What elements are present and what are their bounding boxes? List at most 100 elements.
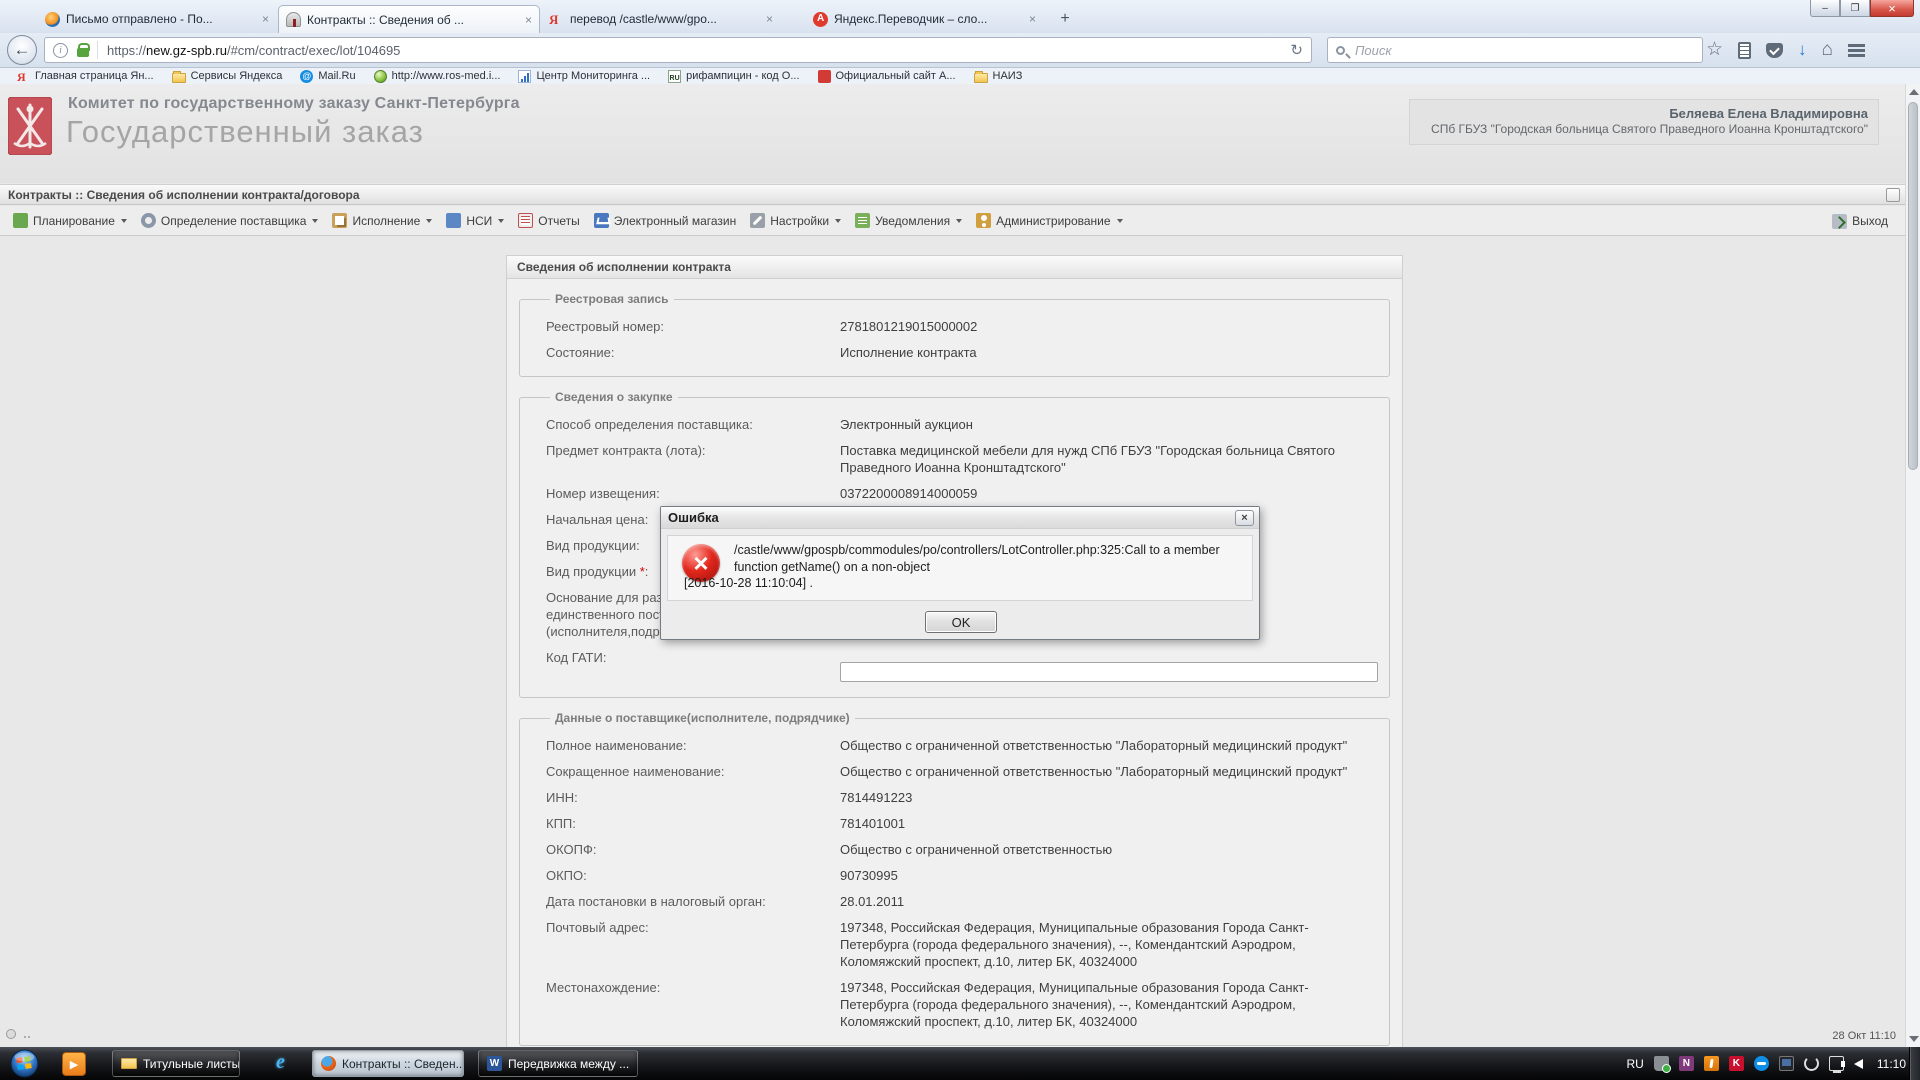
scroll-down-icon[interactable]: [1909, 1036, 1919, 1042]
toolbar-icons: ☆ ↓ ⌂: [1706, 39, 1865, 61]
java-icon[interactable]: [1704, 1056, 1719, 1071]
onenote-icon[interactable]: N: [1679, 1056, 1694, 1071]
new-tab-button[interactable]: +: [1052, 8, 1078, 30]
bookmark-yandex-home[interactable]: Главная страница Ян...: [8, 70, 163, 83]
scrollbar-thumb[interactable]: [1908, 102, 1918, 470]
bookmark-mailru[interactable]: Mail.Ru: [291, 70, 364, 83]
chevron-down-icon: [835, 219, 841, 223]
reload-icon[interactable]: ↻: [1290, 41, 1303, 59]
show-desktop-button[interactable]: [1909, 1047, 1920, 1080]
tab-title: Контракты :: Сведения об ...: [307, 13, 519, 27]
chevron-down-icon: [956, 219, 962, 223]
search-bar[interactable]: [1327, 37, 1703, 63]
search-input[interactable]: [1353, 42, 1694, 59]
browser-navbar: ← i https://new.gz-spb.ru/#cm/contract/e…: [0, 33, 1920, 68]
ok-button[interactable]: OK: [925, 611, 997, 633]
taskbar-button-word[interactable]: W Передвижка между ...: [478, 1050, 638, 1077]
media-player-icon[interactable]: ▶: [62, 1052, 86, 1076]
bookmark-monitoring[interactable]: Центр Мониторинга ...: [509, 70, 659, 83]
tab-close-icon[interactable]: ×: [525, 13, 532, 27]
form-row: Полное наименование: Общество с ограниче…: [546, 737, 1379, 754]
language-indicator[interactable]: RU: [1627, 1057, 1644, 1071]
form-row: Предмет контракта (лота): Поставка медиц…: [546, 442, 1379, 476]
page-info-icon[interactable]: i: [53, 43, 68, 58]
reference-table-icon: [446, 213, 461, 228]
home-icon[interactable]: ⌂: [1822, 40, 1833, 60]
notification-icon: [855, 213, 870, 228]
vertical-scrollbar[interactable]: [1905, 84, 1920, 1047]
folder-icon: [172, 73, 186, 83]
header-org-line: Комитет по государственному заказу Санкт…: [68, 95, 520, 113]
tab-translate-page[interactable]: перевод /castle/www/gpo... ×: [542, 5, 780, 33]
red-site-icon: [818, 70, 831, 83]
contract-state-value: Исполнение контракта: [840, 344, 1375, 361]
okpo-value: 90730995: [840, 867, 1375, 884]
bookmark-rifampicin[interactable]: рифампицин - код О...: [659, 70, 808, 83]
site-title: Государственный заказ: [66, 114, 424, 150]
inn-value: 7814491223: [840, 789, 1375, 806]
menu-settings[interactable]: Настройки: [743, 213, 848, 228]
url-scheme: https://: [107, 43, 146, 58]
menu-administration[interactable]: Администрирование: [969, 213, 1129, 228]
tab-close-icon[interactable]: ×: [1029, 12, 1036, 26]
url-bar[interactable]: i https://new.gz-spb.ru/#cm/contract/exe…: [44, 37, 1312, 63]
display-settings-icon[interactable]: [1779, 1056, 1794, 1071]
bookmark-official-site[interactable]: Официальный сайт А...: [809, 70, 965, 83]
bookmark-star-icon[interactable]: ☆: [1706, 40, 1723, 60]
scroll-up-icon[interactable]: [1909, 89, 1919, 95]
ru-icon: [668, 70, 681, 83]
breadcrumb: Контракты :: Сведения об исполнении конт…: [0, 184, 1905, 205]
logout-button[interactable]: Выход: [1825, 206, 1895, 236]
gati-code-input[interactable]: [840, 662, 1378, 682]
menu-execution[interactable]: Исполнение: [325, 213, 439, 228]
bookmarks-list-icon[interactable]: [1738, 42, 1751, 59]
tab-yandex-translate[interactable]: Яндекс.Переводчик – сло... ×: [806, 5, 1043, 33]
bookmark-rosmed[interactable]: http://www.ros-med.i...: [365, 70, 510, 83]
menu-planning[interactable]: Планирование: [6, 213, 134, 228]
tab-close-icon[interactable]: ×: [766, 12, 773, 26]
menu-reports[interactable]: Отчеты: [511, 213, 586, 228]
kaspersky-icon[interactable]: K: [1729, 1056, 1744, 1071]
window-minimize-button[interactable]: –: [1810, 0, 1840, 17]
menu-eshop[interactable]: Электронный магазин: [587, 213, 743, 228]
divider: [97, 41, 98, 59]
tray-clock[interactable]: 11:10: [1877, 1057, 1906, 1071]
folder-icon: [974, 73, 988, 83]
sync-icon[interactable]: [1804, 1056, 1819, 1071]
bookmark-label: Mail.Ru: [318, 70, 355, 82]
url-path: /#cm/contract/exec/lot/104695: [227, 43, 400, 58]
taskbar-button-folder[interactable]: Титульные листы: [112, 1050, 240, 1077]
registry-number-value: 2781801219015000002: [840, 318, 1375, 335]
key-tab-icon: [286, 12, 301, 27]
menu-nsi[interactable]: НСИ: [439, 213, 511, 228]
menu-icon[interactable]: [1848, 44, 1865, 57]
tab-close-icon[interactable]: ×: [262, 12, 269, 26]
downloads-icon[interactable]: ↓: [1798, 41, 1807, 59]
tab-mail[interactable]: Письмо отправлено - По... ×: [38, 5, 276, 33]
back-button[interactable]: ←: [7, 35, 37, 65]
teamviewer-icon[interactable]: [1754, 1056, 1769, 1071]
start-button[interactable]: [10, 1049, 39, 1078]
chevron-down-icon: [426, 219, 432, 223]
tab-title: Яндекс.Переводчик – сло...: [834, 12, 1023, 26]
dialog-title: Ошибка: [668, 510, 719, 525]
taskbar-button-firefox-active[interactable]: Контракты :: Сведен...: [312, 1050, 464, 1077]
bookmark-naiz[interactable]: НАИЗ: [965, 70, 1032, 83]
usb-device-icon[interactable]: [1654, 1056, 1669, 1071]
volume-icon[interactable]: [1854, 1059, 1863, 1069]
dialog-titlebar[interactable]: Ошибка ×: [661, 507, 1259, 529]
menu-notifications[interactable]: Уведомления: [848, 213, 969, 228]
tab-contracts-active[interactable]: Контракты :: Сведения об ... ×: [278, 5, 540, 33]
window-close-button[interactable]: ×: [1870, 0, 1914, 17]
bookmark-yandex-services[interactable]: Сервисы Яндекса: [163, 70, 292, 83]
bar-chart-icon: [518, 70, 531, 83]
internet-explorer-icon[interactable]: e: [276, 1051, 285, 1074]
dialog-close-button[interactable]: ×: [1235, 510, 1254, 526]
window-controls: – ❐ ×: [1810, 0, 1914, 17]
person-icon: [976, 213, 991, 228]
panel-collapse-icon[interactable]: [1886, 188, 1900, 202]
menu-supplier-determination[interactable]: Определение поставщика: [134, 213, 326, 228]
spb-coat-of-arms-logo: [8, 97, 52, 155]
pocket-icon[interactable]: [1766, 43, 1783, 58]
window-maximize-button[interactable]: ❐: [1840, 0, 1870, 17]
